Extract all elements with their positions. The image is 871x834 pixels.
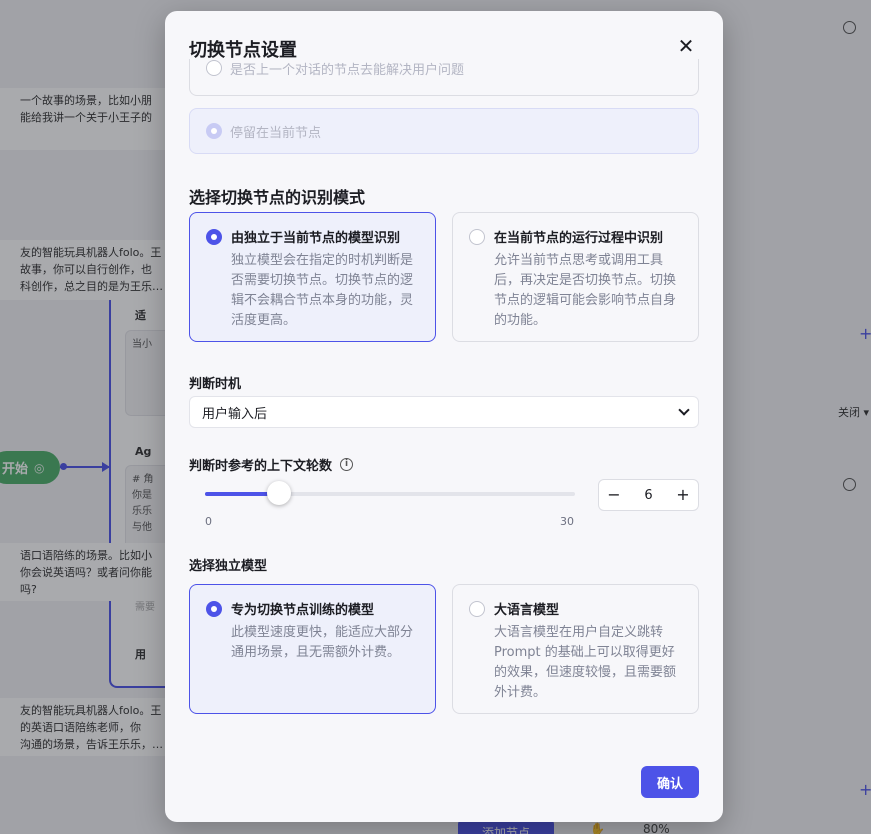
option-stay-current-node[interactable]: 停留在当前节点 xyxy=(189,108,699,154)
switch-node-settings-dialog: 切换节点设置 ✕ 是否上一个对话的节点去能解决用户问题 停留在当前节点 选择切换… xyxy=(165,11,723,822)
timing-select[interactable]: 用户输入后 xyxy=(189,396,699,428)
model-option-desc: 此模型速度更快，能适应大部分通用场景，且无需额外计费。 xyxy=(231,625,414,660)
mode-option-desc: 独立模型会在指定的时机判断是否需要切换节点。切换节点的逻辑不会耦合节点本身的功能… xyxy=(231,253,414,328)
model-option-desc: 大语言模型在用户自定义跳转 Prompt 的基础上可以取得更好的效果，但速度较慢… xyxy=(494,625,677,700)
slider-min-label: 0 xyxy=(205,515,212,528)
timing-label: 判断时机 xyxy=(189,377,242,392)
option-previous-node[interactable]: 是否上一个对话的节点去能解决用户问题 xyxy=(189,59,699,96)
option-stay-label: 停留在当前节点 xyxy=(230,125,322,141)
radio-icon xyxy=(206,600,222,617)
mode-option-label: 在当前节点的运行过程中识别 xyxy=(494,231,664,246)
slider-thumb[interactable] xyxy=(267,481,291,505)
close-icon[interactable]: ✕ xyxy=(675,35,697,57)
increment-button[interactable]: + xyxy=(674,486,692,504)
mode-option-independent-model[interactable]: 由独立于当前节点的模型识别 独立模型会在指定的时机判断是否需要切换节点。切换节点… xyxy=(189,212,436,342)
context-rounds-slider[interactable] xyxy=(205,481,575,505)
mode-option-in-process[interactable]: 在当前节点的运行过程中识别 允许当前节点思考或调用工具后，再决定是否切换节点。切… xyxy=(452,212,699,342)
decrement-button[interactable]: − xyxy=(605,486,623,504)
context-rounds-stepper: − 6 + xyxy=(598,479,699,511)
option-previous-node-label: 是否上一个对话的节点去能解决用户问题 xyxy=(230,62,465,78)
radio-icon xyxy=(206,60,222,76)
radio-icon xyxy=(469,228,485,245)
stepper-value[interactable]: 6 xyxy=(644,488,652,503)
model-option-label: 大语言模型 xyxy=(494,603,560,618)
chevron-down-icon xyxy=(678,404,690,416)
model-heading: 选择独立模型 xyxy=(189,559,268,574)
radio-icon xyxy=(469,600,485,617)
timing-value: 用户输入后 xyxy=(202,406,268,422)
model-option-label: 专为切换节点训练的模型 xyxy=(231,603,375,618)
radio-icon xyxy=(206,123,222,139)
mode-option-label: 由独立于当前节点的模型识别 xyxy=(231,231,401,246)
confirm-button[interactable]: 确认 xyxy=(641,766,699,798)
context-rounds-label: 判断时参考的上下文轮数 i xyxy=(189,455,354,474)
model-option-llm[interactable]: 大语言模型 大语言模型在用户自定义跳转 Prompt 的基础上可以取得更好的效果… xyxy=(452,584,699,714)
model-option-switch-trained[interactable]: 专为切换节点训练的模型 此模型速度更快，能适应大部分通用场景，且无需额外计费。 xyxy=(189,584,436,714)
slider-max-label: 30 xyxy=(560,515,574,528)
info-icon[interactable]: i xyxy=(340,458,354,471)
recognition-mode-heading: 选择切换节点的识别模式 xyxy=(189,188,366,207)
mode-option-desc: 允许当前节点思考或调用工具后，再决定是否切换节点。切换节点的逻辑可能会影响节点自… xyxy=(494,253,677,328)
radio-icon xyxy=(206,228,222,245)
